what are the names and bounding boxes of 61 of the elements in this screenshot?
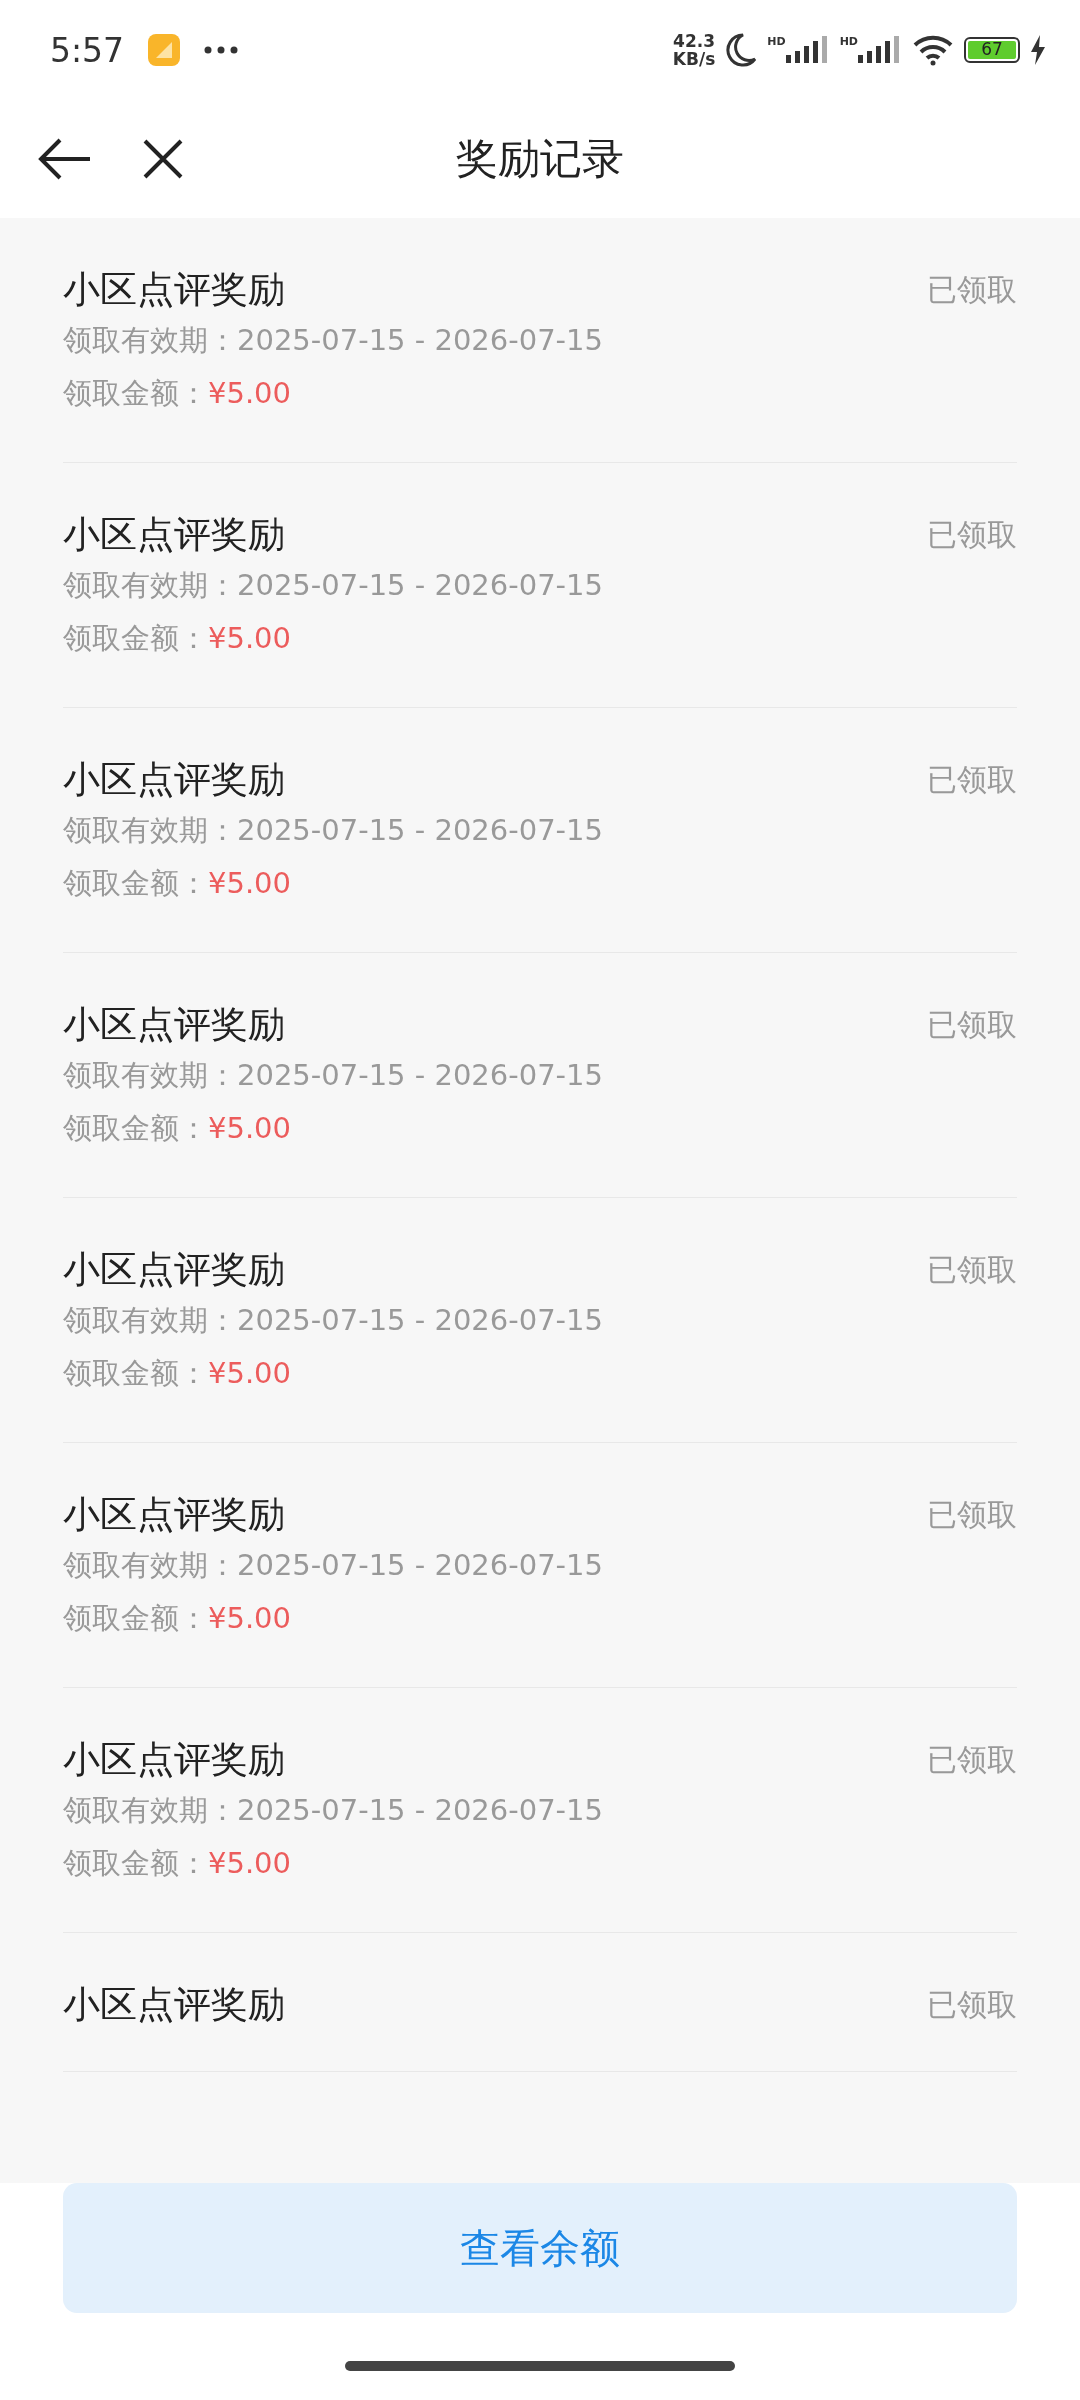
- validity-dates: 2025-07-15 - 2026-07-15: [237, 568, 603, 602]
- hd-label: HD: [767, 35, 786, 48]
- reward-status: 已领取: [927, 1495, 1017, 1534]
- validity-dates: 2025-07-15 - 2026-07-15: [237, 1303, 603, 1337]
- amount-label: 领取金额：: [63, 1846, 208, 1880]
- amount-label: 领取金额：: [63, 621, 208, 655]
- reward-title: 小区点评奖励: [63, 267, 285, 313]
- reward-title: 小区点评奖励: [63, 757, 285, 803]
- reward-status: 已领取: [927, 1985, 1017, 2024]
- amount-value: ¥5.00: [208, 1846, 292, 1880]
- back-arrow-icon[interactable]: [38, 137, 92, 181]
- validity-dates: 2025-07-15 - 2026-07-15: [237, 1548, 603, 1582]
- more-notifications-icon: [204, 46, 239, 54]
- reward-title: 小区点评奖励: [63, 512, 285, 558]
- reward-title: 小区点评奖励: [63, 1492, 285, 1538]
- reward-status: 已领取: [927, 1740, 1017, 1779]
- validity-label: 领取有效期：: [63, 1058, 237, 1092]
- reward-status: 已领取: [927, 760, 1017, 799]
- amount-label: 领取金额：: [63, 866, 208, 900]
- validity-label: 领取有效期：: [63, 568, 237, 602]
- moon-icon: [725, 33, 758, 67]
- amount-value: ¥5.00: [208, 621, 292, 655]
- amount-label: 领取金额：: [63, 376, 208, 410]
- reward-title: 小区点评奖励: [63, 1737, 285, 1783]
- page-title: 奖励记录: [456, 133, 624, 185]
- signal-icon: [858, 35, 902, 65]
- network-speed-value: 42.3: [673, 32, 716, 50]
- hd-label: HD: [839, 35, 858, 48]
- amount-value: ¥5.00: [208, 376, 292, 410]
- amount-label: 领取金额：: [63, 1356, 208, 1390]
- charging-icon: [1030, 35, 1046, 65]
- validity-dates: 2025-07-15 - 2026-07-15: [237, 323, 603, 357]
- reward-status: 已领取: [927, 1250, 1017, 1289]
- validity-label: 领取有效期：: [63, 1793, 237, 1827]
- amount-value: ¥5.00: [208, 1111, 292, 1145]
- reward-title: 小区点评奖励: [63, 1247, 285, 1293]
- battery-icon: 67: [964, 37, 1020, 63]
- validity-dates: 2025-07-15 - 2026-07-15: [237, 1058, 603, 1092]
- reward-title: 小区点评奖励: [63, 1002, 285, 1048]
- status-time: 5:57: [50, 30, 125, 70]
- reward-title: 小区点评奖励: [63, 1982, 285, 2028]
- amount-value: ¥5.00: [208, 866, 292, 900]
- validity-dates: 2025-07-15 - 2026-07-15: [237, 813, 603, 847]
- signal-icon: [785, 35, 830, 65]
- validity-label: 领取有效期：: [63, 1303, 237, 1337]
- reward-status: 已领取: [927, 1005, 1017, 1044]
- notes-app-icon: [148, 34, 181, 66]
- reward-status: 已领取: [927, 270, 1017, 309]
- amount-label: 领取金额：: [63, 1601, 208, 1635]
- close-icon[interactable]: [142, 138, 184, 180]
- view-balance-button[interactable]: 查看余额: [63, 2183, 1017, 2313]
- amount-value: ¥5.00: [208, 1601, 292, 1635]
- validity-dates: 2025-07-15 - 2026-07-15: [237, 1793, 603, 1827]
- validity-label: 领取有效期：: [63, 1548, 237, 1582]
- wifi-icon: [912, 34, 954, 66]
- validity-label: 领取有效期：: [63, 813, 237, 847]
- amount-label: 领取金额：: [63, 1111, 208, 1145]
- reward-status: 已领取: [927, 515, 1017, 554]
- network-speed-unit: KB/s: [672, 50, 716, 68]
- validity-label: 领取有效期：: [63, 323, 237, 357]
- amount-value: ¥5.00: [208, 1356, 292, 1390]
